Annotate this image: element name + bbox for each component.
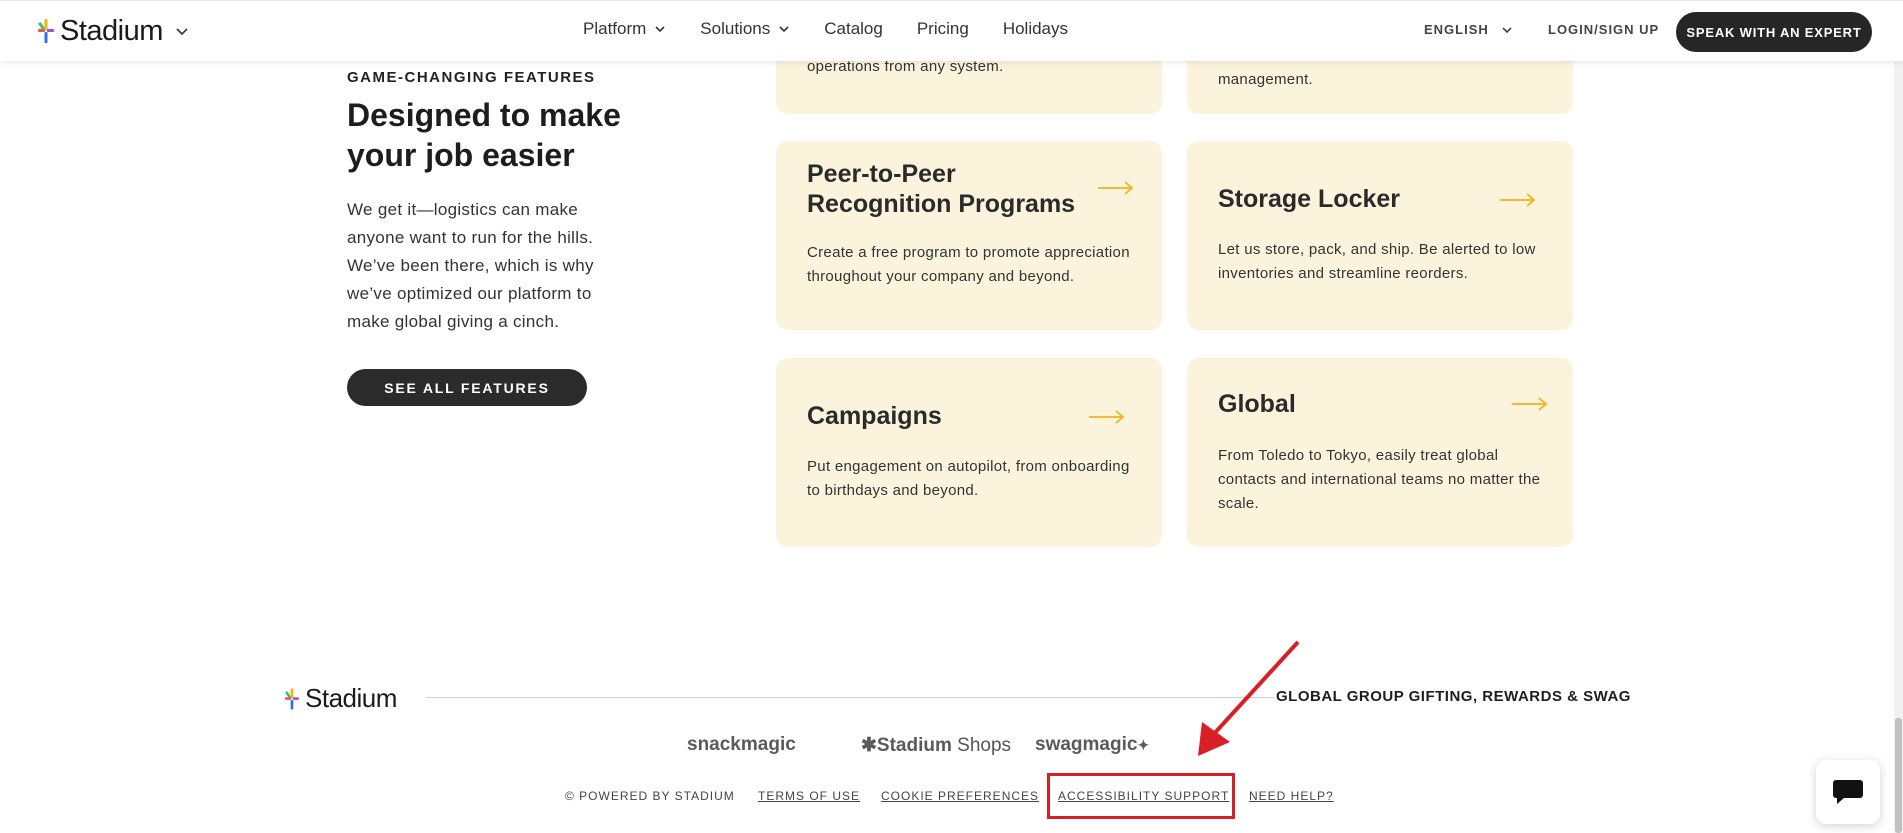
card-desc: Create a free program to promote appreci…: [807, 244, 1130, 285]
nav-item-catalog[interactable]: Catalog: [824, 19, 883, 39]
page-scrollbar[interactable]: [1894, 0, 1903, 833]
section-intro-text: We get it—logistics can make anyone want…: [347, 200, 594, 331]
section-heading: Designed to make your job easier: [347, 97, 621, 173]
chat-icon: [1833, 780, 1863, 804]
chevron-down-icon: [655, 26, 665, 33]
footer-stadium-logo[interactable]: Stadium: [285, 683, 397, 714]
chevron-down-icon: [779, 26, 789, 33]
stadium-logo-mark-icon: [38, 19, 54, 43]
scrollbar-thumb[interactable]: [1895, 718, 1902, 833]
arrow-right-icon: [1089, 410, 1125, 424]
feature-card-global[interactable]: Global From Toledo to Tokyo, easily trea…: [1187, 358, 1573, 547]
nav-label: Catalog: [824, 19, 883, 38]
annotation-highlight-box: [1047, 773, 1235, 819]
cookie-preferences-link[interactable]: COOKIE PREFERENCES: [881, 789, 1039, 803]
nav-label: Pricing: [916, 19, 969, 38]
language-selector[interactable]: ENGLISH: [1424, 22, 1513, 37]
feature-card-campaigns[interactable]: Campaigns Put engagement on autopilot, f…: [776, 358, 1162, 547]
arrow-right-icon: [1512, 397, 1548, 411]
chevron-down-icon: [1502, 26, 1512, 33]
footer-tagline: GLOBAL GROUP GIFTING, REWARDS & SWAG: [1276, 688, 1631, 705]
brand-shops: Shops: [957, 735, 1012, 756]
brand-stadium: Stadium: [876, 735, 952, 756]
nav-item-platform[interactable]: Platform: [583, 19, 666, 39]
nav-item-holidays[interactable]: Holidays: [1003, 19, 1068, 39]
terms-of-use-link[interactable]: TERMS OF USE: [758, 789, 860, 803]
arrow-right-icon: [1098, 181, 1134, 195]
language-label: ENGLISH: [1424, 22, 1489, 37]
stadium-shops-mark-icon: ✱: [861, 735, 877, 756]
login-signup-link[interactable]: LOGIN/SIGN UP: [1548, 22, 1659, 37]
nav-label: Platform: [583, 19, 647, 38]
brand-link-swagmagic[interactable]: swagmagic✦: [1035, 734, 1149, 756]
footer-logo-text: Stadium: [305, 683, 397, 713]
section-eyebrow: GAME-CHANGING FEATURES: [347, 69, 596, 86]
card-desc: Put engagement on autopilot, from onboar…: [807, 458, 1130, 499]
footer-divider: [426, 697, 1274, 698]
brand-swagmagic: swagmagic: [1035, 734, 1138, 755]
main-nav: Platform Solutions Catalog Pricing Holid…: [583, 19, 1102, 39]
nav-label: Holidays: [1002, 19, 1069, 38]
chevron-down-icon: [176, 28, 188, 36]
nav-item-solutions[interactable]: Solutions: [700, 19, 790, 39]
see-all-features-button[interactable]: SEE ALL FEATURES: [347, 369, 587, 406]
sparkle-icon: ✦: [1137, 737, 1150, 753]
powered-by-text: © POWERED BY STADIUM: [565, 789, 735, 803]
nav-item-pricing[interactable]: Pricing: [917, 19, 969, 39]
card-title: Storage Locker: [1218, 185, 1401, 213]
card-title: Campaigns: [807, 402, 942, 430]
stadium-logo[interactable]: Stadium: [38, 13, 189, 49]
card-title: Global: [1218, 390, 1296, 418]
stadium-logo-mark-icon: [285, 688, 299, 709]
card-title: Peer-to-Peer Recognition Programs: [807, 160, 1076, 218]
card-desc: Let us store, pack, and ship. Be alerted…: [1218, 241, 1536, 282]
speak-with-expert-button[interactable]: SPEAK WITH AN EXPERT: [1676, 12, 1872, 52]
logo-text: Stadium: [60, 14, 163, 47]
arrow-right-icon: [1500, 193, 1536, 207]
card-desc: From Toledo to Tokyo, easily treat globa…: [1218, 447, 1541, 512]
card-desc: management.: [1218, 71, 1314, 88]
brand-link-stadium-shops[interactable]: ✱Stadium Shops: [861, 734, 1011, 757]
site-header: Stadium Platform Solutions Catalog Prici…: [0, 0, 1903, 61]
feature-card-storage-locker[interactable]: Storage Locker Let us store, pack, and s…: [1187, 141, 1573, 330]
need-help-link[interactable]: NEED HELP?: [1249, 789, 1334, 803]
nav-label: Solutions: [700, 19, 771, 38]
chat-widget-button[interactable]: [1816, 760, 1880, 824]
brand-link-snackmagic[interactable]: snackmagic: [687, 734, 796, 756]
feature-card-peer-recognition[interactable]: Peer-to-Peer Recognition Programs Create…: [776, 141, 1162, 330]
